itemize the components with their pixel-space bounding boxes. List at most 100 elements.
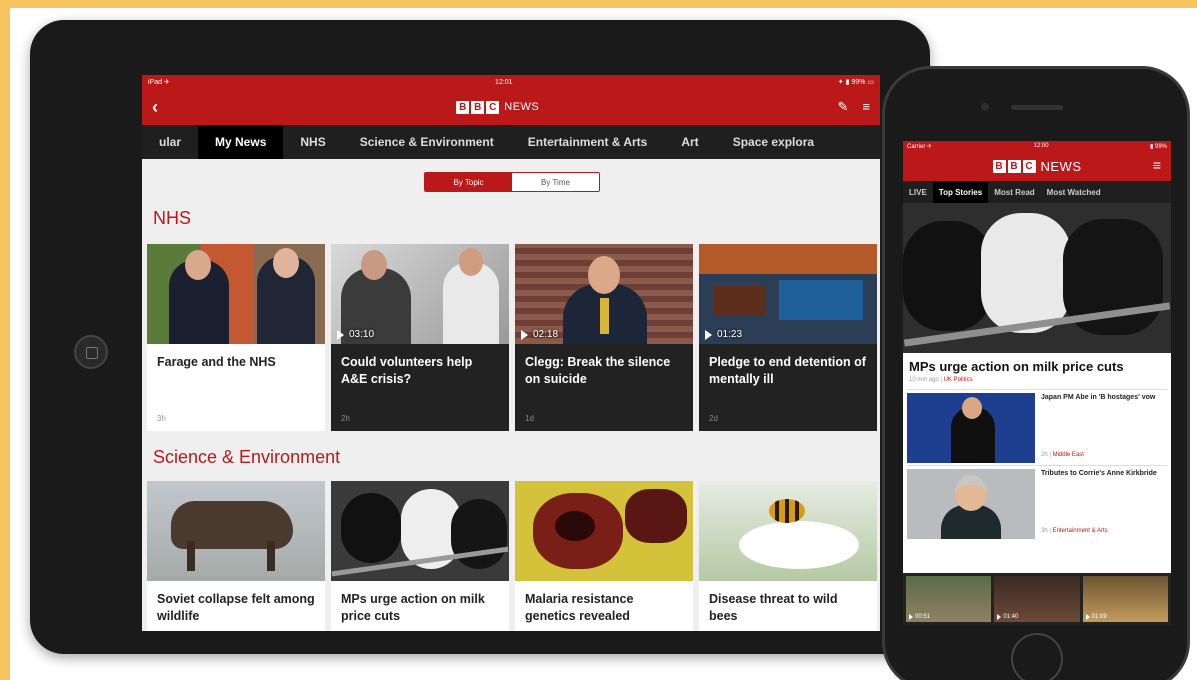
status-right: ▮ 99% (1150, 143, 1167, 150)
story-headline: Malaria resistance genetics revealed (525, 592, 634, 623)
hero-headline[interactable]: MPs urge action on milk price cuts (903, 353, 1171, 377)
list-item[interactable]: Tributes to Corrie's Anne Kirkbride 3h |… (907, 465, 1167, 541)
by-topic-toggle[interactable]: By Topic (425, 173, 512, 191)
status-time: 12:01 (495, 78, 513, 86)
video-thumbnail: 01:23 (699, 244, 877, 344)
play-icon (337, 329, 344, 340)
section-title-nhs: NHS (153, 208, 192, 228)
story-card[interactable]: 03:10 Could volunteers help A&E crisis? … (331, 244, 509, 431)
hamburger-menu-icon[interactable]: ≡ (1153, 157, 1161, 173)
logo-letter: B (992, 159, 1006, 173)
section-title-science-environment: Science & Environment (153, 447, 341, 467)
story-thumbnail (907, 469, 1035, 539)
video-duration: 01:09 (1091, 614, 1107, 620)
phone-speaker (1011, 105, 1063, 110)
play-icon (705, 329, 712, 340)
play-icon (997, 614, 1002, 620)
phone-tab-bar: LIVE Top Stories Most Read Most Watched (903, 181, 1171, 203)
story-age: 2d (709, 414, 718, 423)
story-title: Japan PM Abe in 'B hostages' vow (1041, 394, 1156, 401)
story-card[interactable]: 02:18 Clegg: Break the silence on suicid… (515, 244, 693, 431)
phone-home-button[interactable] (1011, 633, 1063, 680)
video-duration: 02:18 (533, 329, 559, 340)
science-card-row: Soviet collapse felt among wildlife MPs … (147, 481, 877, 631)
video-duration: 00:51 (915, 614, 931, 620)
logo-letter: B (1007, 159, 1021, 173)
video-thumbnail: 03:10 (331, 244, 509, 344)
video-tile[interactable]: 00:51 (906, 576, 992, 622)
story-headline: Disease threat to wild bees (709, 592, 838, 623)
nhs-card-row: Farage and the NHS 3h 03:10 Could volunt… (147, 244, 877, 431)
tab-top-stories[interactable]: Top Stories (932, 181, 989, 203)
tab-live[interactable]: LIVE (903, 181, 933, 203)
story-category[interactable]: Middle East (1053, 452, 1084, 458)
story-list: Japan PM Abe in 'B hostages' vow 2h | Mi… (903, 389, 1171, 541)
story-card[interactable]: Farage and the NHS 3h (147, 244, 325, 431)
video-strip: 00:51 01:40 01:09 (903, 573, 1171, 625)
story-thumbnail (907, 393, 1035, 463)
play-icon (1085, 614, 1090, 620)
video-tile[interactable]: 01:40 (994, 576, 1080, 622)
video-duration: 03:10 (349, 329, 375, 340)
tab-nhs[interactable]: NHS (283, 125, 342, 159)
tab-art[interactable]: Art (664, 125, 715, 159)
tab-most-read[interactable]: Most Read (988, 181, 1040, 203)
logo-news-text: NEWS (504, 101, 540, 113)
story-card[interactable]: 01:23 Pledge to end detention of mentall… (699, 244, 877, 431)
phone-app-bar: B B C NEWS ≡ (903, 151, 1171, 181)
story-card[interactable]: Soviet collapse felt among wildlife (147, 481, 325, 631)
tab-most-watched[interactable]: Most Watched (1041, 181, 1107, 203)
video-thumbnail: 02:18 (515, 244, 693, 344)
logo-letter: C (1022, 159, 1036, 173)
play-icon (909, 614, 913, 620)
tab-science-environment[interactable]: Science & Environment (343, 125, 511, 159)
story-headline: Clegg: Break the silence on suicide (525, 355, 671, 386)
story-age: 2h (341, 414, 350, 423)
video-duration: 01:40 (1003, 614, 1019, 620)
hamburger-menu-icon[interactable]: ≡ (862, 99, 870, 115)
phone-camera (981, 103, 989, 111)
video-duration: 01:23 (717, 329, 743, 340)
tab-my-news[interactable]: My News (198, 125, 284, 159)
hero-image[interactable] (903, 203, 1171, 353)
story-headline: Soviet collapse felt among wildlife (157, 592, 315, 623)
list-item[interactable]: Japan PM Abe in 'B hostages' vow 2h | Mi… (907, 389, 1167, 465)
story-age: 1d (525, 414, 534, 423)
tablet-app-bar: ‹ B B C NEWS ✎ ≡ (142, 89, 880, 125)
logo-news-text: NEWS (1040, 158, 1082, 174)
logo-letter: C (486, 100, 500, 114)
story-headline: Could volunteers help A&E crisis? (341, 355, 473, 386)
story-headline: MPs urge action on milk price cuts (341, 592, 485, 623)
story-card[interactable]: MPs urge action on milk price cuts (331, 481, 509, 631)
bbc-news-logo: B B C NEWS (456, 100, 540, 114)
story-thumbnail (147, 481, 325, 581)
by-time-toggle[interactable]: By Time (512, 173, 599, 191)
story-thumbnail (331, 481, 509, 581)
status-left: Carrier ✈ (907, 143, 933, 150)
story-thumbnail (699, 481, 877, 581)
story-title: Tributes to Corrie's Anne Kirkbride (1041, 470, 1157, 477)
hero-time: 10 min ago (909, 377, 939, 383)
hero-category[interactable]: UK Politics (944, 377, 973, 383)
bbc-news-logo: B B C NEWS (992, 158, 1082, 174)
story-card[interactable]: Disease threat to wild bees (699, 481, 877, 631)
pencil-icon[interactable]: ✎ (838, 99, 849, 115)
tablet-screen: iPad ✈ 12:01 ✦ ▮ 99% ▭ ‹ B B C NEWS ✎ ≡ … (142, 75, 880, 631)
story-headline: Farage and the NHS (157, 355, 276, 369)
story-category[interactable]: Entertainment & Arts (1053, 528, 1108, 534)
tablet-device: iPad ✈ 12:01 ✦ ▮ 99% ▭ ‹ B B C NEWS ✎ ≡ … (30, 20, 930, 654)
status-time: 12:00 (1033, 143, 1049, 149)
tablet-home-button[interactable] (74, 335, 108, 369)
story-age: 3h (157, 414, 166, 423)
tab-popular[interactable]: ular (142, 125, 198, 159)
back-chevron-icon[interactable]: ‹ (152, 98, 158, 116)
story-time: 3h (1041, 528, 1048, 534)
hero-meta: 10 min ago | UK Politics (909, 377, 973, 383)
story-card[interactable]: Malaria resistance genetics revealed (515, 481, 693, 631)
story-thumbnail (147, 244, 325, 344)
tab-space-exploration[interactable]: Space explora (716, 125, 831, 159)
status-right: ✦ ▮ 99% ▭ (837, 79, 874, 86)
phone-status-bar: Carrier ✈ 12:00 ▮ 99% (903, 141, 1171, 151)
tab-entertainment-arts[interactable]: Entertainment & Arts (511, 125, 665, 159)
video-tile[interactable]: 01:09 (1082, 576, 1168, 622)
